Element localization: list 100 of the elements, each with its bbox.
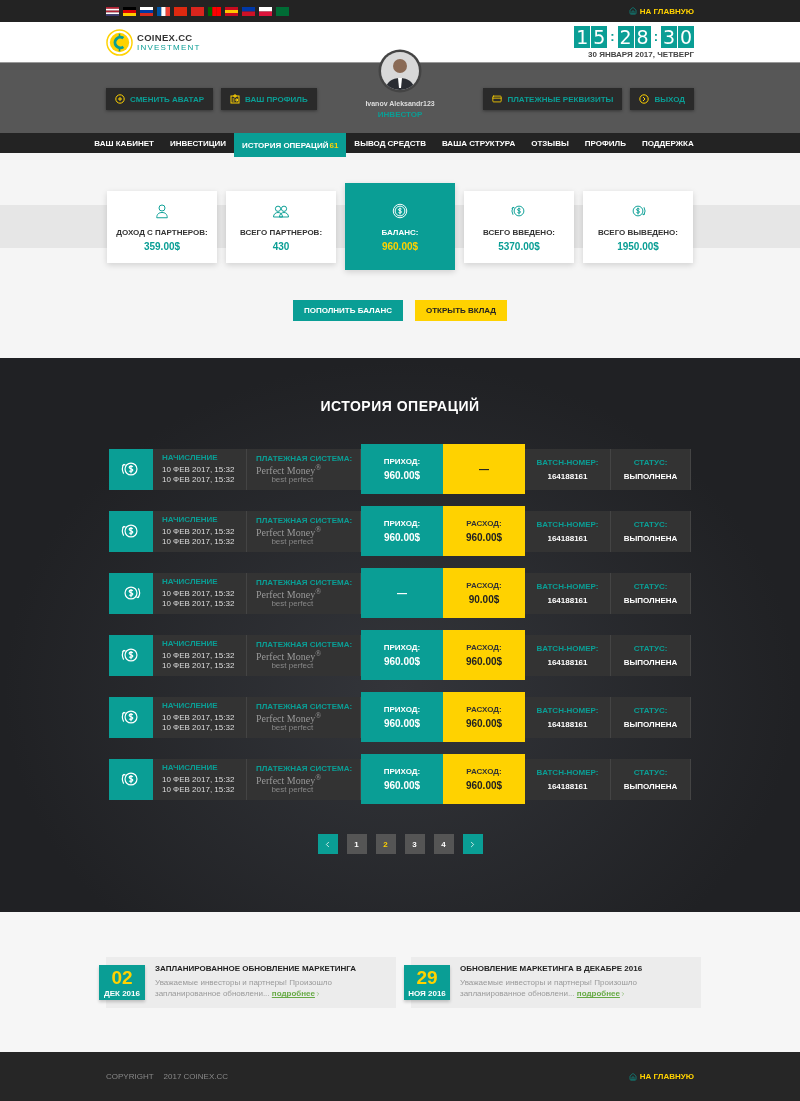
cell-label: РАСХОД: <box>466 581 502 590</box>
cell-label: ПРИХОД: <box>383 457 421 466</box>
cell-label: РАСХОД: <box>466 705 502 714</box>
nav-tab[interactable]: ИНВЕСТИЦИИ <box>161 133 235 153</box>
flag-icon[interactable] <box>259 6 272 16</box>
previous-page-button[interactable] <box>317 834 338 854</box>
profile-button[interactable]: СМЕНИТЬ АВАТАР <box>106 88 214 110</box>
flag-icon[interactable] <box>225 6 238 16</box>
cell-label: BATCH-НОМЕР: <box>536 581 599 591</box>
home-link[interactable]: НА ГЛАВНУЮ <box>628 6 694 16</box>
stat-label: ВСЕГО ВВЕДЕНО: <box>482 227 556 237</box>
nav-tab[interactable]: ВАШ КАБИНЕТ <box>86 133 162 153</box>
date-text: 10 ФЕВ 2017, 15:32 <box>162 465 235 475</box>
cell-label: BATCH-НОМЕР: <box>536 767 599 777</box>
flag-icon[interactable] <box>157 6 170 16</box>
date-text: 10 ФЕВ 2017, 15:32 <box>162 537 235 547</box>
cell-label: ПРИХОД: <box>383 705 421 714</box>
nav-tab[interactable]: ПОДДЕРЖКА <box>633 133 702 153</box>
batch-number: 164188161 <box>547 533 588 543</box>
payment-system-tagline: best perfect <box>271 538 314 547</box>
cell-label: СТАТУС: <box>633 643 668 653</box>
date-text: 10 ФЕВ 2017, 15:32 <box>162 589 235 599</box>
payment-system-tagline: best perfect <box>271 662 314 671</box>
page-button[interactable]: 1 <box>346 834 367 854</box>
amount: 90.00$ <box>468 594 500 605</box>
cell-label: СТАТУС: <box>633 767 668 777</box>
news-text: Уважаемые инвесторы и партнеры! Произошло запланированное обновлени... подробнее <box>155 977 334 1000</box>
nav-tab[interactable]: ВАША СТРУКТУРА <box>434 133 524 153</box>
stat-label: ДОХОД С ПАРТНЕРОВ: <box>116 227 208 237</box>
stat-value: 1950.00$ <box>617 240 659 252</box>
logo-icon <box>106 28 133 56</box>
flag-icon[interactable] <box>106 6 119 16</box>
amount: — <box>397 587 407 599</box>
batch-number: 164188161 <box>547 471 588 481</box>
action-button[interactable]: ОТКРЫТЬ ВКЛАД <box>414 300 508 321</box>
cell-label: ПЛАТЕЖНАЯ СИСТЕМА: <box>256 453 353 463</box>
news-text: Уважаемые инвесторы и партнеры! Произошло запланированное обновлени... подробнее <box>460 977 639 1000</box>
page-button[interactable]: 3 <box>404 834 425 854</box>
nav-tab[interactable]: ПРОФИЛЬ <box>576 133 634 153</box>
nav-tab[interactable]: ВЫВОД СРЕДСТВ <box>346 133 434 153</box>
cell-label: ПЛАТЕЖНАЯ СИСТЕМА: <box>256 701 353 711</box>
cell-label: BATCH-НОМЕР: <box>536 705 599 715</box>
date-text: 10 ФЕВ 2017, 15:32 <box>162 599 235 609</box>
date-text: 30 ЯНВАРЯ 2017, ЧЕТВЕРГ <box>588 49 694 59</box>
cell-label: ПРИХОД: <box>383 643 421 652</box>
payment-system-logo: Perfect Money$^{®}$ <box>256 587 322 601</box>
payment-system-logo: Perfect Money$^{®}$ <box>256 711 322 725</box>
page-button[interactable]: 4 <box>433 834 454 854</box>
chevron-right-icon <box>468 839 477 849</box>
next-page-button[interactable] <box>462 834 483 854</box>
clock-separator: : <box>652 29 659 44</box>
date-text: 10 ФЕВ 2017, 15:32 <box>162 775 235 785</box>
flag-icon[interactable] <box>123 6 136 16</box>
payment-system-tagline: best perfect <box>271 786 314 795</box>
id-card-icon <box>230 94 241 104</box>
amount: 960.00$ <box>465 718 503 729</box>
profile-button[interactable]: ВАШ ПРОФИЛЬ <box>221 88 317 110</box>
amount: — <box>479 463 489 475</box>
amount: 960.00$ <box>383 718 421 729</box>
payment-system-logo: Perfect Money$^{®}$ <box>256 463 322 477</box>
chevron-icon <box>619 991 626 998</box>
payment-system-logo: Perfect Money$^{®}$ <box>256 773 322 787</box>
date-text: 10 ФЕВ 2017, 15:32 <box>162 713 235 723</box>
clock-digit: 5 <box>591 25 608 48</box>
amount: 960.00$ <box>383 656 421 667</box>
payment-system-logo: Perfect Money$^{®}$ <box>256 525 322 539</box>
home-link[interactable]: НА ГЛАВНУЮ <box>628 1072 694 1081</box>
payment-system-tagline: best perfect <box>271 476 314 485</box>
news-title: ОБНОВЛЕНИЕ МАРКЕТИНГА В ДЕКАБРЕ 2016 <box>460 964 644 973</box>
cell-label: НАЧИСЛЕНИЕ <box>162 453 218 463</box>
cell-label: НАЧИСЛЕНИЕ <box>162 639 218 649</box>
batch-number: 164188161 <box>547 719 588 729</box>
news-day: 29 <box>416 967 438 987</box>
copyright-year: 2017 COINEX.CC <box>163 1072 229 1081</box>
amount: 960.00$ <box>465 656 503 667</box>
amount: 960.00$ <box>383 470 421 481</box>
batch-number: 164188161 <box>547 657 588 667</box>
flag-icon[interactable] <box>140 6 153 16</box>
clock-digit: 0 <box>678 25 694 48</box>
date-text: 10 ФЕВ 2017, 15:32 <box>162 651 235 661</box>
profile-button[interactable]: ВЫХОД <box>630 88 694 110</box>
date-text: 10 ФЕВ 2017, 15:32 <box>162 527 235 537</box>
cell-label: НАЧИСЛЕНИЕ <box>162 701 218 711</box>
cell-label: ПЛАТЕЖНАЯ СИСТЕМА: <box>256 639 353 649</box>
clock-digit: 3 <box>661 25 677 48</box>
nav-tab[interactable]: ОТЗЫВЫ <box>523 133 577 153</box>
cell-label: BATCH-НОМЕР: <box>536 643 599 653</box>
amount: 960.00$ <box>383 532 421 543</box>
cell-label: BATCH-НОМЕР: <box>536 457 599 467</box>
cell-label: СТАТУС: <box>633 519 668 529</box>
page-button[interactable]: 2 <box>375 834 396 854</box>
section-title: ИСТОРИЯ ОПЕРАЦИЙ <box>320 398 480 414</box>
profile-button[interactable]: ПЛАТЕЖНЫЕ РЕКВИЗИТЫ <box>483 88 623 110</box>
news-month: НОЯ 2016 <box>408 988 446 998</box>
stat-value: 430 <box>272 240 290 252</box>
logo-name: COINEX.CC <box>137 32 194 43</box>
stat-label: ВСЕГО ВЫВЕДЕНО: <box>598 227 678 237</box>
cell-label: НАЧИСЛЕНИЕ <box>162 515 218 525</box>
status-text: ВЫПОЛНЕНА <box>623 781 678 791</box>
date-text: 10 ФЕВ 2017, 15:32 <box>162 723 235 733</box>
